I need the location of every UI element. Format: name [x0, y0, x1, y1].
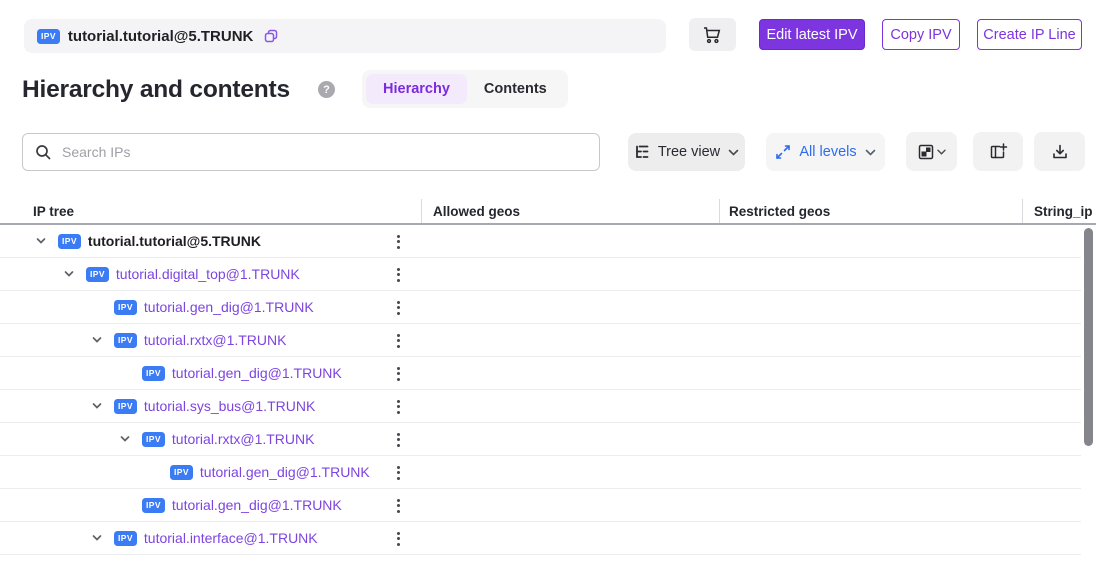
ip-link[interactable]: tutorial.tutorial@5.TRUNK	[88, 233, 261, 249]
ipv-badge: IPV	[86, 267, 109, 282]
table-row: IPV tutorial.gen_dig@1.TRUNK	[0, 456, 1081, 489]
levels-label: All levels	[799, 144, 856, 160]
tree-view-label: Tree view	[658, 144, 720, 160]
tab-contents[interactable]: Contents	[467, 74, 564, 104]
expand-levels-icon	[775, 144, 791, 160]
kebab-menu-icon[interactable]	[391, 258, 405, 291]
ipv-badge: IPV	[170, 465, 193, 480]
ipv-badge: IPV	[114, 300, 137, 315]
add-column-button[interactable]	[973, 132, 1023, 171]
ip-link[interactable]: tutorial.digital_top@1.TRUNK	[116, 266, 300, 282]
kebab-menu-icon[interactable]	[391, 522, 405, 555]
ip-link[interactable]: tutorial.rxtx@1.TRUNK	[172, 431, 315, 447]
ipv-badge: IPV	[37, 29, 60, 44]
kebab-menu-icon[interactable]	[391, 423, 405, 456]
table-row: IPV tutorial.digital_top@1.TRUNK	[0, 258, 1081, 291]
table-row: IPV tutorial.gen_dig@1.TRUNK	[0, 291, 1081, 324]
display-options-icon	[917, 143, 935, 161]
caret-icon[interactable]	[118, 433, 132, 445]
table-row: IPV tutorial.tutorial@5.TRUNK	[0, 225, 1081, 258]
caret-icon[interactable]	[34, 235, 48, 247]
caret-icon[interactable]	[90, 400, 104, 412]
column-header-allowed-geos: Allowed geos	[421, 199, 719, 223]
kebab-menu-icon[interactable]	[391, 225, 405, 258]
ipv-badge: IPV	[142, 432, 165, 447]
copy-ipv-button[interactable]: Copy IPV	[882, 19, 960, 50]
ipv-badge: IPV	[114, 531, 137, 546]
column-header-restricted-geos: Restricted geos	[719, 199, 1022, 223]
column-header-string-ip: String_ip	[1022, 199, 1096, 223]
ip-link[interactable]: tutorial.sys_bus@1.TRUNK	[144, 398, 315, 414]
table-row: IPV tutorial.gen_dig@1.TRUNK	[0, 489, 1081, 522]
tree-view-icon	[634, 144, 650, 160]
ipv-badge: IPV	[58, 234, 81, 249]
cart-button[interactable]	[689, 18, 736, 51]
ip-link[interactable]: tutorial.gen_dig@1.TRUNK	[144, 299, 314, 315]
tree-table-body: IPV tutorial.tutorial@5.TRUNK IPV tutori…	[0, 225, 1081, 555]
ipv-badge: IPV	[114, 399, 137, 414]
ip-link[interactable]: tutorial.gen_dig@1.TRUNK	[200, 464, 370, 480]
kebab-menu-icon[interactable]	[391, 357, 405, 390]
table-header: IP tree Allowed geos Restricted geos Str…	[0, 199, 1096, 225]
add-column-icon	[989, 143, 1008, 161]
chevron-down-icon	[728, 149, 739, 156]
table-row: IPV tutorial.sys_bus@1.TRUNK	[0, 390, 1081, 423]
levels-dropdown[interactable]: All levels	[766, 133, 885, 171]
help-icon[interactable]: ?	[318, 81, 335, 98]
edit-latest-ipv-button[interactable]: Edit latest IPV	[759, 19, 865, 50]
cart-icon	[702, 25, 723, 45]
search-icon	[35, 144, 52, 161]
ipv-badge: IPV	[142, 366, 165, 381]
ipv-badge: IPV	[114, 333, 137, 348]
search-box	[22, 133, 600, 171]
tab-bar: Hierarchy Contents	[362, 70, 568, 108]
caret-icon[interactable]	[62, 268, 76, 280]
table-row: IPV tutorial.rxtx@1.TRUNK	[0, 423, 1081, 456]
chevron-down-icon	[937, 149, 946, 155]
display-options-button[interactable]	[906, 132, 957, 171]
page-title: Hierarchy and contents	[22, 76, 290, 104]
tree-view-dropdown[interactable]: Tree view	[628, 133, 745, 171]
download-icon	[1051, 143, 1069, 161]
table-row: IPV tutorial.rxtx@1.TRUNK	[0, 324, 1081, 357]
current-ipv-pill: IPV tutorial.tutorial@5.TRUNK	[24, 19, 666, 53]
chevron-down-icon	[865, 149, 876, 156]
ip-link[interactable]: tutorial.interface@1.TRUNK	[144, 530, 318, 546]
create-ip-line-button[interactable]: Create IP Line	[977, 19, 1082, 50]
kebab-menu-icon[interactable]	[391, 324, 405, 357]
table-row: IPV tutorial.interface@1.TRUNK	[0, 522, 1081, 555]
current-ipv-title: tutorial.tutorial@5.TRUNK	[68, 28, 253, 45]
ipv-badge: IPV	[142, 498, 165, 513]
search-input[interactable]	[62, 144, 587, 160]
copy-icon[interactable]	[263, 28, 279, 44]
tab-hierarchy[interactable]: Hierarchy	[366, 74, 467, 104]
caret-icon[interactable]	[90, 532, 104, 544]
caret-icon[interactable]	[90, 334, 104, 346]
kebab-menu-icon[interactable]	[391, 390, 405, 423]
ip-link[interactable]: tutorial.gen_dig@1.TRUNK	[172, 497, 342, 513]
kebab-menu-icon[interactable]	[391, 456, 405, 489]
kebab-menu-icon[interactable]	[391, 489, 405, 522]
kebab-menu-icon[interactable]	[391, 291, 405, 324]
vertical-scrollbar-thumb[interactable]	[1084, 228, 1093, 446]
download-button[interactable]	[1034, 132, 1085, 171]
hierarchy-table: IP tree Allowed geos Restricted geos Str…	[0, 199, 1096, 555]
column-header-ip-tree: IP tree	[0, 199, 421, 223]
ip-link[interactable]: tutorial.rxtx@1.TRUNK	[144, 332, 287, 348]
table-row: IPV tutorial.gen_dig@1.TRUNK	[0, 357, 1081, 390]
ip-link[interactable]: tutorial.gen_dig@1.TRUNK	[172, 365, 342, 381]
